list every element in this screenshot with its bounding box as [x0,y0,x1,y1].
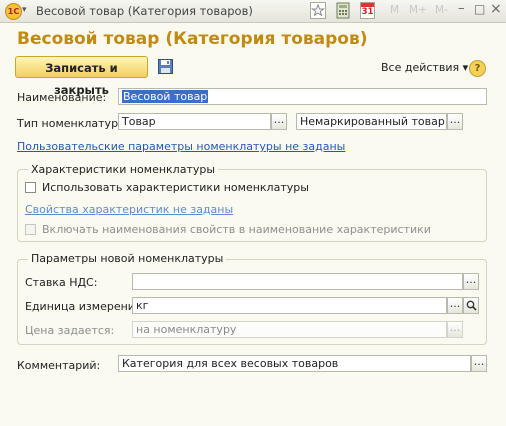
price-select-button[interactable]: ... [447,321,463,338]
form-title: Весовой товар (Категория товаров) [17,29,368,49]
save-and-close-button[interactable]: Записать и закрыть [15,56,148,97]
price-input[interactable]: на номенклатуру [132,321,447,338]
memory-button-m-minus[interactable]: M- [435,4,448,16]
memory-button-m-plus[interactable]: M+ [409,4,427,16]
name-input[interactable]: Весовой товар [118,88,487,105]
help-icon[interactable]: ? [469,60,486,77]
use-characteristics-label[interactable]: Использовать характеристики номенклатуры [42,181,309,194]
characteristics-group-caption: Характеристики номенклатуры [28,163,219,176]
nomenclature-type-label: Тип номенклатуры: [17,117,131,130]
include-names-label: Включать наименования свойств в наименов… [42,223,431,236]
app-logo-icon[interactable]: 1С [5,3,22,20]
calendar-day: 31 [361,7,374,17]
include-names-checkbox[interactable] [25,224,36,235]
unit-search-button[interactable] [463,297,479,314]
marking-type-select-button[interactable]: ... [447,113,463,130]
calendar-icon[interactable]: 31 [360,2,375,19]
nomenclature-type-select-button[interactable]: ... [271,113,287,130]
vat-input[interactable] [132,273,463,290]
unit-label: Единица измерения: [25,300,146,313]
new-params-group-caption: Параметры новой номенклатуры [28,252,227,265]
maximize-icon[interactable]: □ [474,2,485,16]
all-actions-menu[interactable]: Все действия ▾ [381,61,468,74]
marking-type-field[interactable]: Немаркированный товар [296,113,447,130]
memory-button-m[interactable]: M [390,4,399,16]
vat-select-button[interactable]: ... [463,273,479,290]
vat-label: Ставка НДС: [25,276,98,289]
comment-label: Комментарий: [17,359,101,372]
nomenclature-type-field[interactable]: Товар [118,113,271,130]
close-icon[interactable]: × [490,1,502,17]
window-title: Весовой товар (Категория товаров) [36,4,253,18]
window-menu-arrow-icon[interactable]: ▾ [22,5,27,15]
unit-select-button[interactable]: ... [447,297,463,314]
save-icon[interactable] [158,59,173,74]
name-value: Весовой товар [122,90,209,103]
characteristics-properties-link[interactable]: Свойства характеристик не заданы [25,203,233,216]
user-params-link[interactable]: Пользовательские параметры номенклатуры … [17,140,345,153]
calculator-icon[interactable] [336,2,350,19]
use-characteristics-checkbox[interactable] [25,182,36,193]
comment-input[interactable]: Категория для всех весовых товаров [118,355,471,372]
name-label: Наименование: [17,91,107,104]
favorite-star-icon[interactable] [310,2,326,19]
unit-input[interactable]: кг [132,297,447,314]
price-label: Цена задается: [25,324,115,337]
search-icon [466,300,477,311]
comment-select-button[interactable]: ... [471,355,487,372]
minimize-icon[interactable]: – [458,1,465,16]
